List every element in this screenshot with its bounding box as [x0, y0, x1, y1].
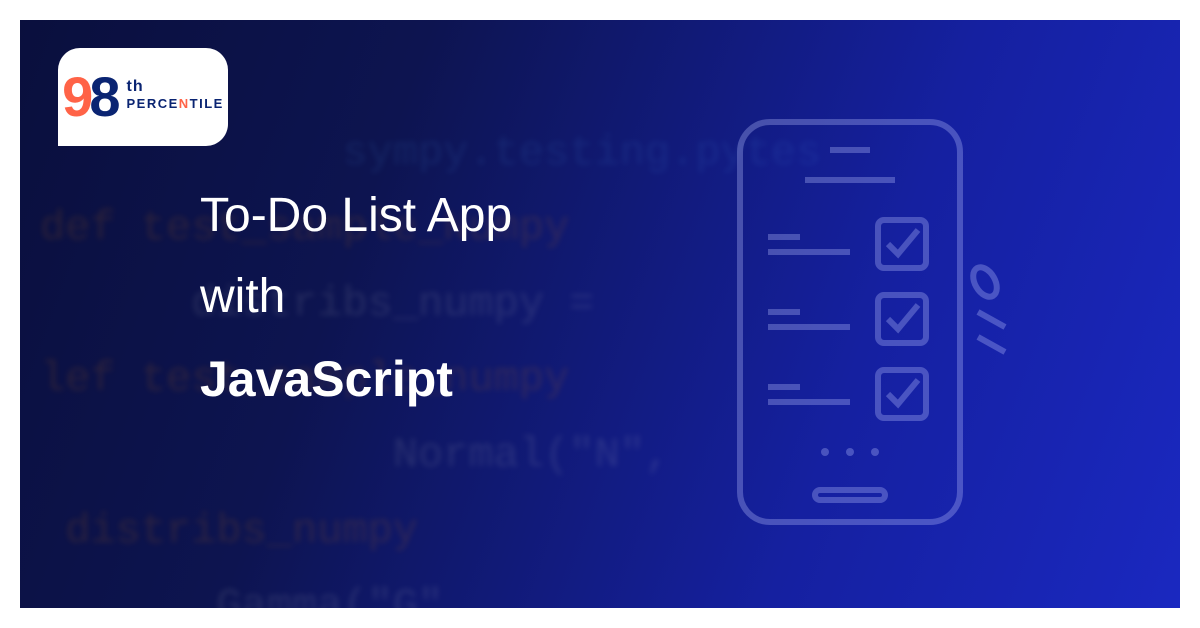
- logo-percentile: PERCENTILE: [126, 96, 223, 111]
- headline-line-3: JavaScript: [200, 350, 512, 408]
- logo-th: th: [126, 78, 223, 96]
- bg-code-line: Normal("N",: [40, 431, 670, 479]
- logo-badge: 9 8 th PERCENTILE: [58, 48, 228, 146]
- promo-banner: sympy.testing.pytes def test_sample_Nump…: [20, 20, 1180, 608]
- logo-perc-post: TILE: [190, 96, 224, 111]
- headline-line-2: with: [200, 269, 512, 324]
- headline: To-Do List App with JavaScript: [200, 188, 512, 408]
- logo-text-wrap: th PERCENTILE: [126, 78, 223, 111]
- logo-digit-8: 8: [89, 72, 120, 122]
- bg-code-line: Gamma("G",: [40, 582, 468, 608]
- headline-line-1: To-Do List App: [200, 188, 512, 243]
- logo-perc-pre: PERCE: [126, 96, 178, 111]
- logo-perc-x: N: [179, 96, 190, 111]
- logo-inner: 9 8 th PERCENTILE: [62, 72, 224, 122]
- phone-todo-icon: [720, 112, 1020, 552]
- bg-code-line: distribs_numpy: [40, 507, 418, 555]
